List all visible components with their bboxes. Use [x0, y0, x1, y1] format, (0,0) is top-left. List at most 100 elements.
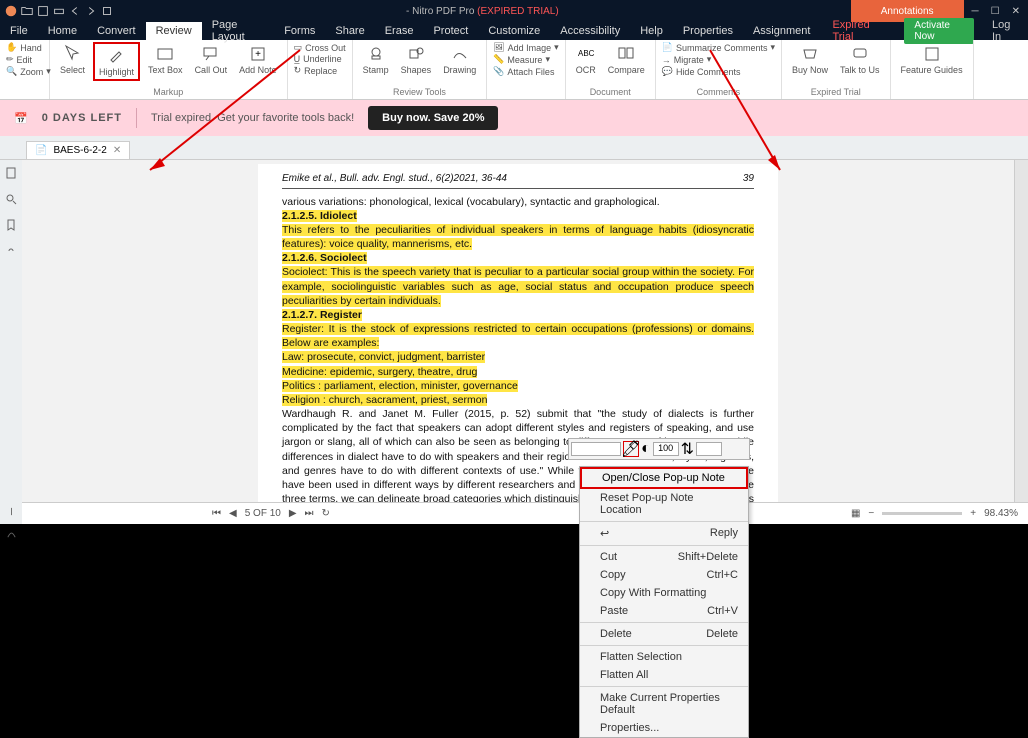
migrate-button[interactable]: → Migrate ▾	[662, 54, 775, 65]
maximize-icon[interactable]: ☐	[991, 6, 1000, 17]
prev-page-icon[interactable]: ◀	[229, 508, 237, 519]
context-menu: Open/Close Pop-up Note Reset Pop-up Note…	[579, 466, 749, 738]
login-button[interactable]: Log In	[982, 19, 1028, 43]
textbox-button[interactable]: Text Box	[144, 42, 187, 81]
rotate-icon[interactable]: ↻	[322, 508, 330, 519]
attach-panel-icon[interactable]	[6, 504, 17, 522]
document-tab[interactable]: 📄 BAES-6-2-2 ✕	[26, 141, 130, 159]
page-indicator: 5 OF 10	[245, 508, 281, 519]
edit-tool[interactable]: ✏ Edit	[6, 54, 43, 65]
folder-icon[interactable]	[20, 4, 34, 18]
ctx-paste[interactable]: PasteCtrl+V	[580, 602, 748, 620]
drawing-button[interactable]: Drawing	[439, 42, 480, 77]
menu-erase[interactable]: Erase	[375, 22, 424, 40]
menu-share[interactable]: Share	[325, 22, 374, 40]
ctx-flatten-sel[interactable]: Flatten Selection	[580, 648, 748, 666]
dropper-icon[interactable]: ◐	[641, 440, 651, 458]
color-swatch[interactable]	[571, 442, 621, 456]
menu-assignment[interactable]: Assignment	[743, 22, 820, 40]
menu-file[interactable]: File	[0, 22, 38, 40]
undo-icon[interactable]	[68, 4, 82, 18]
expired-trial-label: Expired Trial	[788, 87, 884, 97]
svg-text:ABC: ABC	[578, 49, 595, 58]
compare-button[interactable]: Compare	[604, 42, 649, 77]
zoom-out-icon[interactable]: −	[868, 508, 874, 519]
ctx-copyf[interactable]: Copy With Formatting	[580, 584, 748, 602]
opacity-field[interactable]: 100	[653, 442, 679, 456]
first-page-icon[interactable]: ⏮	[212, 508, 221, 519]
zoom-tool[interactable]: 🔍 Zoom ▾	[6, 66, 43, 77]
ctx-props[interactable]: Properties...	[580, 719, 748, 737]
save-icon[interactable]	[36, 4, 50, 18]
menu-home[interactable]: Home	[38, 22, 87, 40]
next-page-icon[interactable]: ▶	[289, 508, 297, 519]
print-icon[interactable]	[52, 4, 66, 18]
minimize-icon[interactable]: ─	[972, 6, 979, 17]
menu-help[interactable]: Help	[630, 22, 673, 40]
feature-button[interactable]: Feature Guides	[897, 42, 967, 77]
shapes-button[interactable]: Shapes	[397, 42, 436, 77]
menu-review[interactable]: Review	[146, 22, 202, 40]
ctx-copy[interactable]: CopyCtrl+C	[580, 566, 748, 584]
days-left: 0 DAYS LEFT	[42, 112, 122, 124]
width-field[interactable]	[696, 442, 722, 456]
ocr-button[interactable]: ABCOCR	[572, 42, 600, 77]
replace-button[interactable]: ↻ Replace	[294, 65, 346, 76]
window-title: - Nitro PDF Pro (EXPIRED TRIAL)	[114, 6, 851, 17]
menu-customize[interactable]: Customize	[478, 22, 550, 40]
summarize-button[interactable]: 📄 Summarize Comments ▾	[662, 42, 775, 53]
tab-label: BAES-6-2-2	[53, 145, 106, 156]
pages-icon[interactable]	[5, 166, 17, 184]
pen-icon[interactable]: 🖊	[623, 441, 639, 457]
menu-pagelayout[interactable]: Page Layout	[202, 22, 275, 40]
link-icon[interactable]	[5, 244, 17, 262]
more-icon[interactable]	[100, 4, 114, 18]
menu-accessibility[interactable]: Accessibility	[550, 22, 630, 40]
measure-button[interactable]: 📏 Measure ▾	[493, 54, 559, 65]
ctx-open-popup[interactable]: Open/Close Pop-up Note	[580, 467, 748, 489]
tab-close-icon[interactable]: ✕	[113, 145, 121, 156]
ctx-reset[interactable]: Reset Pop-up Note Location	[580, 489, 748, 519]
addnote-button[interactable]: +Add Note	[235, 42, 281, 81]
hidecomments-button[interactable]: 💬 Hide Comments	[662, 66, 775, 77]
menu-convert[interactable]: Convert	[87, 22, 146, 40]
redo-icon[interactable]	[84, 4, 98, 18]
menu-properties[interactable]: Properties	[673, 22, 743, 40]
menu-protect[interactable]: Protect	[423, 22, 478, 40]
ctx-reply[interactable]: ↩ Reply	[580, 524, 748, 543]
attach-button[interactable]: 📎 Attach Files	[493, 66, 559, 77]
highlight-toolbar[interactable]: 🖊 ◐ 100 ⇅	[568, 438, 750, 460]
calendar-icon: 📅	[14, 112, 28, 125]
ctx-default[interactable]: Make Current Properties Default	[580, 689, 748, 719]
tab-pdf-icon: 📄	[35, 145, 47, 156]
zoom-in-icon[interactable]: +	[970, 508, 976, 519]
stepper-icon[interactable]: ⇅	[681, 439, 694, 459]
review-label: Review Tools	[359, 87, 481, 97]
highlight-button[interactable]: Highlight	[93, 42, 140, 81]
menu-forms[interactable]: Forms	[274, 22, 325, 40]
search-icon[interactable]	[5, 192, 17, 210]
last-page-icon[interactable]: ⏭	[305, 508, 314, 519]
document-label: Document	[572, 87, 649, 97]
addimage-button[interactable]: 🖼 Add Image ▾	[493, 42, 559, 53]
hand-tool[interactable]: ✋ Hand	[6, 42, 43, 53]
promo-msg: Trial expired. Get your favorite tools b…	[151, 112, 354, 124]
ctx-flatten-all[interactable]: Flatten All	[580, 666, 748, 684]
view-icon[interactable]: ▦	[851, 508, 860, 519]
select-button[interactable]: Select	[56, 42, 89, 81]
scrollbar[interactable]	[1014, 160, 1028, 524]
sign-panel-icon[interactable]	[6, 526, 17, 544]
talkto-button[interactable]: Talk to Us	[836, 42, 884, 77]
bookmark-icon[interactable]	[5, 218, 17, 236]
close-icon[interactable]: ✕	[1012, 6, 1020, 17]
callout-button[interactable]: Call Out	[191, 42, 232, 81]
ctx-delete[interactable]: DeleteDelete	[580, 625, 748, 643]
underline-button[interactable]: U̲ Underline	[294, 54, 346, 64]
buy-now-button[interactable]: Buy now. Save 20%	[368, 106, 498, 130]
svg-text:+: +	[255, 49, 261, 60]
buynow-button[interactable]: Buy Now	[788, 42, 832, 77]
comments-label: Comments	[662, 87, 775, 97]
ctx-cut[interactable]: CutShift+Delete	[580, 548, 748, 566]
stamp-button[interactable]: Stamp	[359, 42, 393, 77]
crossout-button[interactable]: ▭ Cross Out	[294, 42, 346, 53]
